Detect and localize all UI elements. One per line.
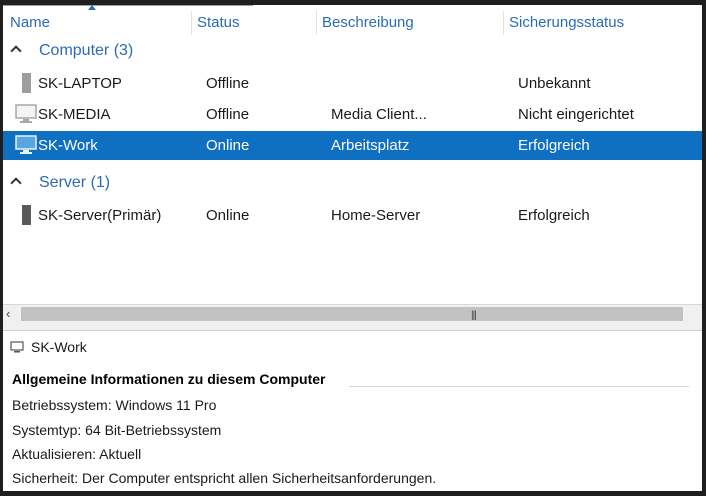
cell-status: Online (206, 137, 250, 154)
horizontal-scrollbar[interactable]: ‹ ||| (3, 304, 702, 323)
column-status[interactable]: Status (197, 14, 240, 31)
cell-backup: Unbekannt (518, 75, 591, 92)
scroll-left-icon[interactable]: ‹ (6, 307, 18, 320)
cell-backup: Nicht eingerichtet (518, 106, 634, 123)
info-updates: Aktualisieren: Aktuell (12, 446, 142, 462)
cell-status: Offline (206, 75, 250, 92)
cell-description: Media Client... (331, 106, 427, 123)
server-tower-icon (22, 205, 31, 225)
collapse-chevron-icon[interactable] (10, 45, 22, 57)
info-security: Sicherheit: Der Computer entspricht alle… (12, 470, 437, 486)
column-separator[interactable] (316, 11, 317, 35)
column-separator[interactable] (191, 11, 192, 35)
grip-icon: ||| (471, 310, 477, 321)
table-row-sk-laptop[interactable]: SK-LAPTOP Offline Unbekannt (3, 69, 702, 97)
table-row-sk-server[interactable]: SK-Server(Primär) Online Home-Server Erf… (3, 201, 702, 229)
cell-backup: Erfolgreich (518, 137, 590, 154)
column-separator[interactable] (503, 11, 504, 35)
monitor-icon (15, 104, 37, 123)
monitor-icon (15, 135, 37, 154)
cell-description: Arbeitsplatz (331, 137, 410, 154)
collapse-chevron-icon[interactable] (10, 177, 22, 189)
group-name: Server (1) (39, 174, 111, 191)
info-system-type: Systemtyp: 64 Bit-Betriebssystem (12, 422, 222, 438)
section-heading: Allgemeine Informationen zu diesem Compu… (12, 371, 326, 387)
cell-name: SK-LAPTOP (38, 75, 122, 92)
table-row-sk-work[interactable]: SK-Work Online Arbeitsplatz Erfolgreich (3, 131, 702, 160)
details-pane: SK-Work Allgemeine Informationen zu dies… (3, 331, 702, 491)
monitor-icon (10, 341, 24, 353)
details-title: SK-Work (31, 339, 87, 355)
cell-name: SK-Server(Primär) (38, 207, 162, 224)
cell-name: SK-Work (38, 137, 98, 154)
section-divider (349, 386, 689, 387)
table-row-sk-media[interactable]: SK-MEDIA Offline Media Client... Nicht e… (3, 100, 702, 128)
cell-name: SK-MEDIA (38, 106, 111, 123)
cell-description: Home-Server (331, 207, 421, 224)
group-header-computer[interactable]: Computer (3) (3, 40, 702, 64)
group-name: Computer (3) (39, 42, 134, 59)
sort-ascending-icon (88, 5, 96, 10)
info-os: Betriebssystem: Windows 11 Pro (12, 397, 217, 413)
laptop-tower-icon (22, 73, 31, 93)
cell-status: Offline (206, 106, 250, 123)
group-header-server[interactable]: Server (1) (3, 172, 702, 196)
column-name[interactable]: Name (10, 14, 50, 31)
column-backup-status[interactable]: Sicherungsstatus (509, 14, 624, 31)
column-description[interactable]: Beschreibung (322, 14, 414, 31)
column-header: Name Status Beschreibung Sicherungsstatu… (3, 5, 702, 35)
computer-list-window: Name Status Beschreibung Sicherungsstatu… (3, 5, 702, 491)
pane-splitter[interactable] (3, 323, 702, 331)
cell-status: Online (206, 207, 250, 224)
cell-backup: Erfolgreich (518, 207, 590, 224)
scrollbar-thumb[interactable]: ||| (21, 307, 683, 321)
